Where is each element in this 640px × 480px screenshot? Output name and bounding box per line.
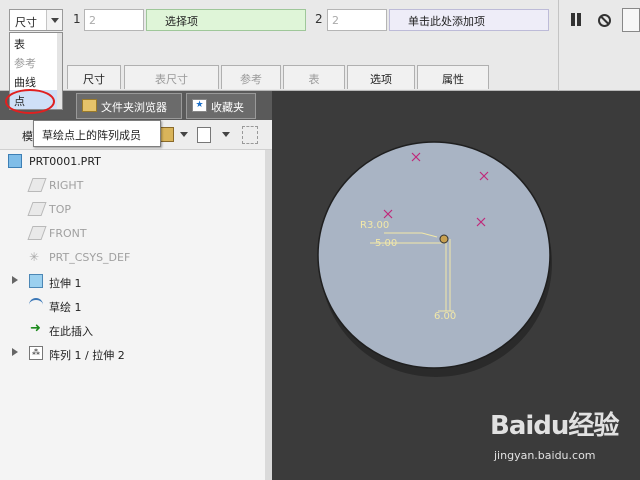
dimension-radius[interactable]: R3.00: [360, 220, 389, 231]
dashboard-separator: [558, 0, 559, 91]
tree-item-part[interactable]: PRT0001.PRT: [0, 152, 260, 172]
watermark-logo: Baidu经验: [490, 411, 619, 441]
tree-item-label: PRT0001.PRT: [29, 155, 101, 168]
settings-icon[interactable]: [197, 127, 211, 143]
navigator-scrollbar[interactable]: [265, 150, 272, 480]
folder-icon: [82, 99, 97, 112]
second-direction-count-field[interactable]: 2: [327, 9, 387, 31]
csys-icon: ✳: [29, 250, 40, 264]
tree-item-label: TOP: [49, 203, 72, 216]
tree-item-top[interactable]: TOP: [0, 200, 260, 220]
tree-item-label: FRONT: [49, 227, 87, 240]
tree-item-insert-here[interactable]: ➜ 在此插入: [0, 320, 260, 340]
disk-face: [317, 141, 551, 369]
model-tree: PRT0001.PRT RIGHT TOP FRONT ✳ PRT_CSYS_D…: [0, 150, 265, 480]
datum-plane-icon: [27, 226, 47, 240]
chevron-down-icon[interactable]: [222, 132, 230, 137]
tree-item-label: 拉伸 1: [49, 277, 82, 290]
tab-favorites-label: 收藏夹: [211, 101, 244, 114]
model-tree-label: 模: [22, 130, 33, 143]
tab-properties[interactable]: 属性: [417, 65, 489, 89]
expand-icon[interactable]: [12, 276, 18, 284]
datum-plane-icon: [27, 178, 47, 192]
tree-item-pattern-1[interactable]: ⁂ 阵列 1 / 拉伸 2: [0, 344, 260, 364]
part-icon: [8, 154, 22, 168]
watermark: Baidu经验 jingyan.baidu.com: [490, 405, 640, 480]
tab-dimensions[interactable]: 尺寸: [67, 65, 121, 89]
first-direction-collector[interactable]: 选择项: [146, 9, 306, 31]
tooltip: 草绘点上的阵列成员: [33, 120, 161, 147]
tab-options[interactable]: 选项: [347, 65, 415, 89]
pattern-icon: ⁂: [29, 346, 43, 360]
tree-item-label: 草绘 1: [49, 301, 82, 314]
pause-icon[interactable]: [568, 12, 584, 28]
pattern-type-value: 尺寸: [15, 16, 37, 29]
tree-item-label: 阵列 1 / 拉伸 2: [49, 349, 125, 362]
star-icon: ★: [192, 99, 207, 112]
preview-icon[interactable]: [622, 8, 640, 32]
tree-item-sketch-1[interactable]: 草绘 1: [0, 296, 260, 316]
tab-tables[interactable]: 表: [283, 65, 345, 89]
dropdown-item-curve[interactable]: 曲线: [10, 71, 62, 90]
dropdown-item-table[interactable]: 表: [10, 33, 62, 52]
expand-icon[interactable]: [12, 348, 18, 356]
tree-item-right[interactable]: RIGHT: [0, 176, 260, 196]
navigator-panel: 文件夹浏览器 ★ 收藏夹 模 PRT0001.PRT RIGHT TOP FRO…: [0, 91, 272, 480]
stop-icon[interactable]: [598, 14, 611, 27]
sketch-icon: [29, 298, 43, 312]
tab-folder-browser[interactable]: 文件夹浏览器: [76, 93, 182, 119]
tab-references[interactable]: 参考: [221, 65, 281, 89]
second-direction-number: 2: [315, 12, 323, 26]
highlight-ellipse: [5, 89, 55, 114]
tree-item-label: RIGHT: [49, 179, 84, 192]
insert-here-icon: ➜: [30, 321, 41, 336]
tab-favorites[interactable]: ★ 收藏夹: [186, 93, 256, 119]
second-direction-collector[interactable]: 单击此处添加项: [389, 9, 549, 31]
filter-icon[interactable]: [242, 126, 258, 144]
dimension-horizontal[interactable]: 5.00: [375, 238, 397, 249]
tree-item-front[interactable]: FRONT: [0, 224, 260, 244]
tree-item-label: 在此插入: [49, 325, 93, 338]
tab-table-dimensions[interactable]: 表尺寸: [124, 65, 219, 89]
tree-item-extrude-1[interactable]: 拉伸 1: [0, 272, 260, 292]
chevron-down-icon[interactable]: [180, 132, 188, 137]
chevron-down-icon[interactable]: [46, 10, 62, 30]
tree-item-label: PRT_CSYS_DEF: [49, 251, 131, 264]
extrude-icon: [29, 274, 43, 288]
datum-plane-icon: [27, 202, 47, 216]
first-direction-number: 1: [73, 12, 81, 26]
feature-dashboard: 尺寸 1 2 选择项 2 2 单击此处添加项 尺寸 表尺寸 参考 表 选项 属性: [0, 0, 640, 91]
pattern-type-combo[interactable]: 尺寸: [9, 9, 63, 31]
tree-item-csys[interactable]: ✳ PRT_CSYS_DEF: [0, 248, 260, 268]
tab-folder-browser-label: 文件夹浏览器: [101, 101, 167, 114]
dropdown-item-reference[interactable]: 参考: [10, 52, 62, 71]
pattern-leader-point[interactable]: [439, 234, 449, 244]
first-direction-count-field[interactable]: 2: [84, 9, 144, 31]
watermark-url: jingyan.baidu.com: [494, 449, 596, 462]
dimension-vertical[interactable]: 6.00: [434, 311, 456, 322]
show-icon[interactable]: [160, 127, 174, 142]
dropdown-scrollbar[interactable]: [57, 33, 62, 109]
